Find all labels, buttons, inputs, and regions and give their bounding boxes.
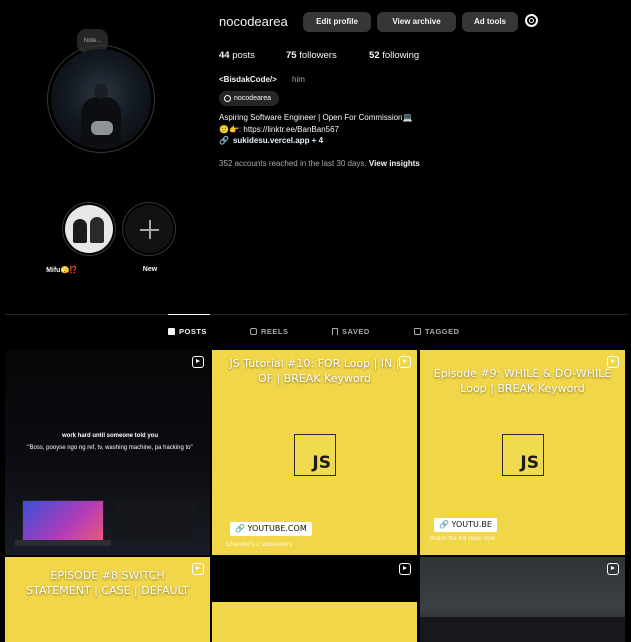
post-3-subtext: Watch the full video now	[430, 536, 495, 542]
link-text: sukidesu.vercel.app + 4	[232, 136, 324, 145]
profile-username: nocodearea	[219, 14, 288, 29]
tab-posts-label: POSTS	[179, 327, 207, 336]
gear-icon[interactable]	[525, 14, 538, 27]
post-1-laptop-base	[15, 540, 111, 546]
avatar-figure-hands	[91, 121, 113, 135]
post-1-caption-2: "Boss, pooyse ngo ng ref, tv, washing ma…	[27, 445, 193, 451]
post-1-desk	[115, 500, 195, 540]
tab-reels-label: REELS	[261, 327, 289, 336]
reel-badge-icon	[192, 563, 204, 575]
active-tab-indicator	[168, 314, 210, 315]
highlight-mifu[interactable]	[65, 205, 113, 253]
highlight-figure-2	[90, 217, 104, 243]
edit-profile-button[interactable]: Edit profile	[303, 12, 371, 32]
tabs-divider	[5, 314, 628, 315]
post-5-yellow-area	[212, 602, 417, 642]
post-1-caption-1: work hard until someone told you	[61, 433, 158, 439]
avatar-figure-head	[94, 83, 108, 99]
link-icon: 🔗	[219, 136, 229, 145]
highlight-label-new: New	[142, 266, 158, 273]
profile-full-name: <BisdakCode/>	[219, 75, 277, 84]
stat-following[interactable]: 52 following	[369, 50, 419, 61]
avatar[interactable]	[51, 49, 151, 149]
bookmark-icon	[332, 328, 338, 335]
highlight-label-mifu: Mifu🫣⁉️	[46, 267, 78, 274]
js-logo-text: JS	[520, 453, 539, 473]
post-6-shadow	[420, 617, 625, 642]
threads-icon	[224, 95, 231, 102]
reel-badge-icon	[607, 563, 619, 575]
posts-count: 44	[219, 50, 230, 61]
post-3-title: Episode #9: WHILE & DO-WHILE Loop | BREA…	[433, 367, 612, 395]
profile-link[interactable]: 🔗 sukidesu.vercel.app + 4	[219, 136, 323, 145]
following-count: 52	[369, 50, 380, 61]
post-2-link-badge: 🔗 YOUTUBE.COM	[230, 522, 312, 536]
reel-badge-icon	[607, 356, 619, 368]
post-4-title: EPISODE #8 SWITCH STATEMENT | CASE | DEF…	[26, 569, 189, 597]
reel-badge-icon	[399, 356, 411, 368]
stat-followers[interactable]: 75 followers	[286, 50, 337, 61]
threads-handle: nocodearea	[234, 95, 271, 102]
reel-badge-icon	[192, 356, 204, 368]
tab-tagged[interactable]: TAGGED	[414, 327, 460, 336]
threads-badge[interactable]: nocodearea	[219, 91, 279, 106]
grid-icon	[168, 328, 175, 335]
post-3[interactable]: Episode #9: WHILE & DO-WHILE Loop | BREA…	[420, 350, 625, 555]
tab-posts[interactable]: POSTS	[168, 327, 207, 336]
reach-text: 352 accounts reached in the last 30 days…	[219, 159, 367, 168]
view-archive-button[interactable]: View archive	[377, 12, 456, 32]
bio-line-2[interactable]: 🙂👉: https://linktr.ee/BanBan567	[219, 125, 339, 134]
following-label: following	[382, 50, 420, 61]
post-2[interactable]: JS Tutorial #10: FOR Loop | IN | OF | BR…	[212, 350, 417, 555]
view-insights-link[interactable]: View insights	[369, 159, 420, 168]
post-1[interactable]: work hard until someone told you "Boss, …	[5, 350, 210, 555]
post-4[interactable]: EPISODE #8 SWITCH STATEMENT | CASE | DEF…	[5, 557, 210, 642]
highlight-figure-1	[73, 219, 87, 243]
post-6[interactable]	[420, 557, 625, 642]
profile-pronoun: him	[292, 75, 305, 84]
post-2-subtext: Chandler's 1 subscribers	[226, 542, 292, 548]
tag-icon	[414, 328, 421, 335]
post-5[interactable]	[212, 557, 417, 642]
reel-badge-icon	[399, 563, 411, 575]
reach-summary: 352 accounts reached in the last 30 days…	[219, 159, 420, 168]
tab-reels[interactable]: REELS	[250, 327, 289, 336]
bio-line-1: Aspiring Software Engineer | Open For Co…	[219, 113, 413, 122]
post-3-link-badge: 🔗 YOUTU.BE	[434, 518, 497, 532]
followers-label: followers	[299, 50, 337, 61]
js-logo-text: JS	[312, 453, 331, 473]
tab-tagged-label: TAGGED	[425, 327, 460, 336]
followers-count: 75	[286, 50, 297, 61]
reels-icon	[250, 328, 257, 335]
stat-posts: 44 posts	[219, 50, 255, 61]
tab-saved[interactable]: SAVED	[332, 327, 370, 336]
posts-label: posts	[232, 50, 255, 61]
js-logo-icon: JS	[502, 434, 544, 476]
tab-saved-label: SAVED	[342, 327, 370, 336]
ad-tools-button[interactable]: Ad tools	[462, 12, 518, 32]
post-2-title: JS Tutorial #10: FOR Loop | IN | OF | BR…	[229, 357, 400, 385]
plus-icon-vertical	[149, 220, 151, 239]
js-logo-icon: JS	[294, 434, 336, 476]
post-1-laptop-screen	[22, 500, 104, 542]
